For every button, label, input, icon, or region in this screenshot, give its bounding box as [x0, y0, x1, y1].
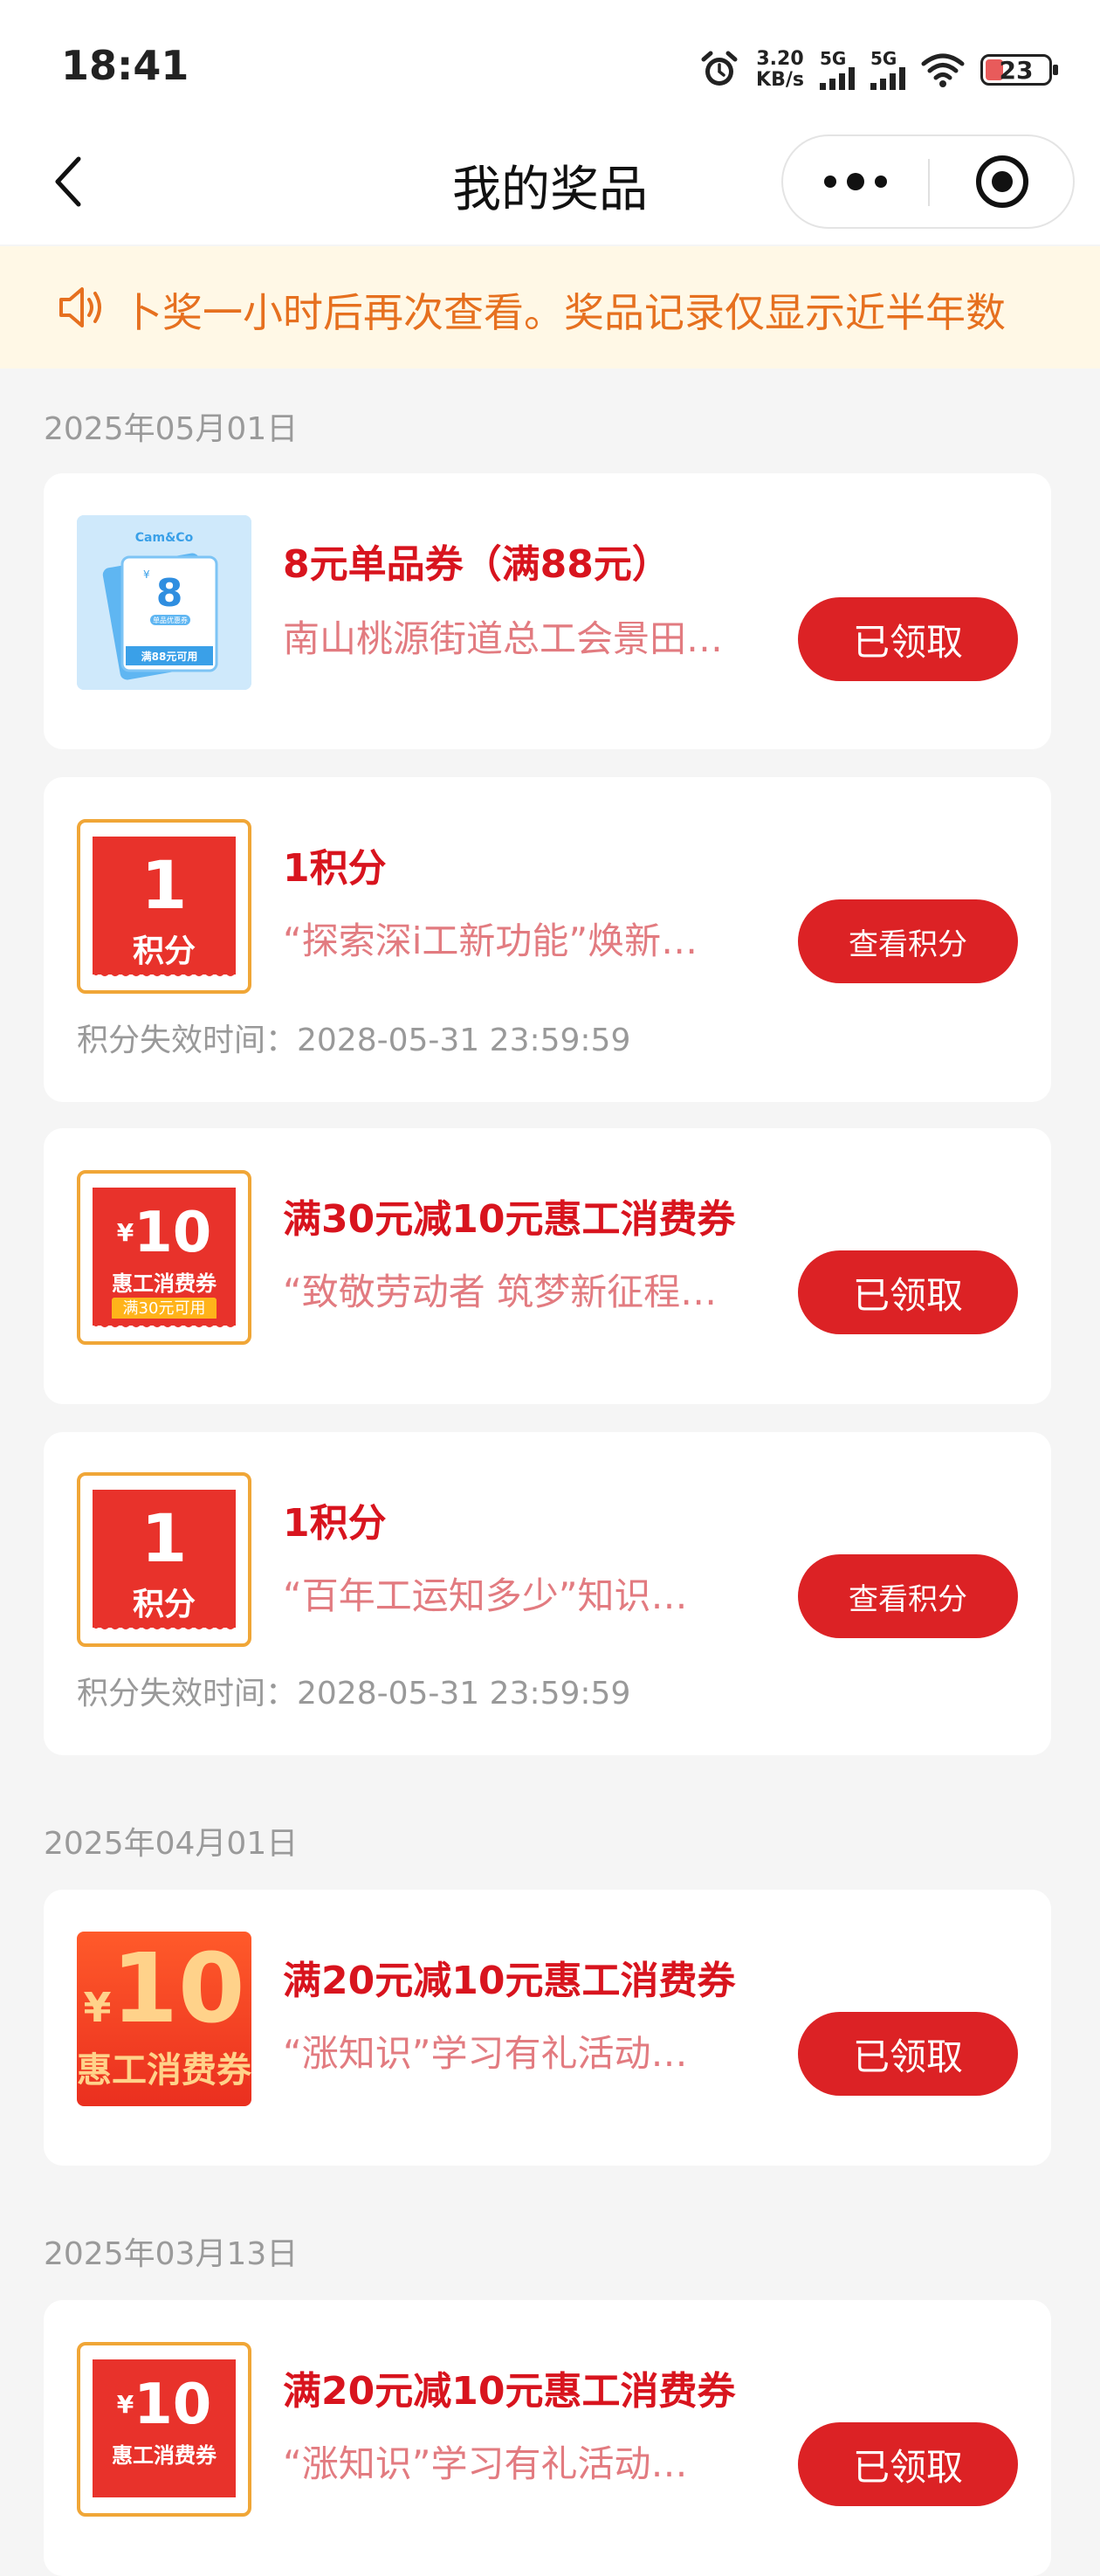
coupon-thumbnail: ¥ 8 单品优惠券 满88元可用 Cam&Co: [77, 515, 251, 690]
date-header: 2025年04月01日: [44, 1826, 299, 1862]
more-button[interactable]: [783, 136, 928, 227]
voucher-value: ¥10: [116, 2373, 212, 2437]
coupon-line1: 单品优惠券: [153, 616, 188, 624]
claimed-button[interactable]: 已领取: [798, 2422, 1018, 2506]
prize-card: ¥10 惠工消费券 满30元可用 满30元减10元惠工消费券 “致敬劳动者 筑梦…: [44, 1128, 1051, 1404]
dot: [824, 176, 836, 188]
brand-logo: Cam&Co: [135, 531, 194, 545]
wifi-icon: [921, 53, 965, 87]
signal-2-icon: 5G: [870, 50, 905, 90]
points-unit: 积分: [132, 1587, 196, 1622]
close-button[interactable]: [932, 136, 1073, 227]
prize-card: ¥10 惠工消费券 满20元减10元惠工消费券 “涨知识”学习有礼活动… 已领取: [44, 1890, 1051, 2166]
voucher-tag: 满30元可用: [112, 1298, 217, 1320]
voucher-badge: ¥10 惠工消费券 满30元可用: [93, 1188, 236, 1326]
nav-bar: 我的奖品: [0, 131, 1100, 245]
prize-description: 南山桃源街道总工会景田…: [283, 617, 724, 660]
claimed-button[interactable]: 已领取: [798, 1250, 1018, 1334]
prize-title: 满30元减10元惠工消费券: [283, 1197, 736, 1242]
voucher-name: 惠工消费券: [77, 2050, 251, 2090]
prize-card: ¥10 惠工消费券 满20元减10元惠工消费券 “涨知识”学习有礼活动… 已领取: [44, 2300, 1051, 2576]
wave-edge: [93, 968, 236, 976]
voucher-thumbnail: ¥10 惠工消费券: [77, 1932, 251, 2106]
coupon-currency: ¥: [143, 568, 150, 581]
coupon-value: 8: [156, 571, 183, 616]
points-badge: 1 积分: [93, 1490, 236, 1628]
view-points-button[interactable]: 查看积分: [798, 899, 1018, 983]
expiry-text: 积分失效时间：2028-05-31 23:59:59: [77, 1676, 631, 1712]
points-unit: 积分: [132, 933, 196, 969]
points-number: 1: [141, 1499, 188, 1577]
points-badge: 1 积分: [93, 837, 236, 975]
expiry-text: 积分失效时间：2028-05-31 23:59:59: [77, 1023, 631, 1058]
voucher-thumbnail: ¥10 惠工消费券: [77, 2342, 251, 2517]
view-points-button[interactable]: 查看积分: [798, 1554, 1018, 1638]
points-thumbnail: 1 积分: [77, 819, 251, 994]
status-bar: 18:41 3.20 KB/s 5G 5G 23: [0, 0, 1100, 131]
notice-text: 卜奖一小时后再次查看。奖品记录仅显示近半年数: [122, 289, 1006, 336]
clock: 18:41: [61, 42, 189, 89]
notice-bar: 卜奖一小时后再次查看。奖品记录仅显示近半年数: [0, 246, 1100, 368]
coupon-line2: 满88元可用: [141, 650, 198, 663]
voucher-name: 惠工消费券: [112, 2443, 217, 2468]
prize-description: “涨知识”学习有礼活动…: [283, 2032, 688, 2075]
points-number: 1: [141, 846, 188, 924]
speaker-icon: [59, 287, 101, 327]
dot: [847, 173, 864, 190]
prize-card: ¥ 8 单品优惠券 满88元可用 Cam&Co 8元单品券（满88元） 南山桃源…: [44, 473, 1051, 749]
claimed-button[interactable]: 已领取: [798, 2012, 1018, 2096]
mini-program-capsule: [781, 134, 1075, 229]
prize-title: 1积分: [283, 846, 387, 891]
voucher-thumbnail: ¥10 惠工消费券 满30元可用: [77, 1170, 251, 1345]
prize-description: “百年工运知多少”知识…: [283, 1574, 688, 1617]
voucher-value: ¥10: [116, 1201, 212, 1265]
dot: [875, 176, 887, 188]
claimed-button[interactable]: 已领取: [798, 597, 1018, 681]
target-icon: [976, 155, 1028, 208]
prize-card: 1 积分 1积分 “探索深i工新功能”焕新… 查看积分 积分失效时间：2028-…: [44, 777, 1051, 1102]
prize-title: 满20元减10元惠工消费券: [283, 1959, 736, 2003]
voucher-value: ¥10: [83, 1932, 245, 2044]
prize-title: 满20元减10元惠工消费券: [283, 2369, 736, 2414]
signal-1-icon: 5G: [820, 50, 855, 90]
prize-description: “探索深i工新功能”焕新…: [283, 920, 698, 962]
prize-title: 1积分: [283, 1501, 387, 1546]
prize-card: 1 积分 1积分 “百年工运知多少”知识… 查看积分 积分失效时间：2028-0…: [44, 1432, 1051, 1755]
prize-title: 8元单品券（满88元）: [283, 542, 670, 587]
date-header: 2025年05月01日: [44, 411, 299, 447]
battery-icon: 23: [980, 54, 1058, 86]
wave-edge: [93, 1319, 236, 1327]
net-speed: 3.20 KB/s: [756, 48, 804, 91]
prize-description: “涨知识”学习有礼活动…: [283, 2442, 688, 2485]
status-icons: 3.20 KB/s 5G 5G 23: [698, 44, 1058, 96]
divider: [928, 159, 930, 206]
alarm-icon: [701, 51, 738, 86]
voucher-name: 惠工消费券: [112, 1271, 217, 1296]
date-header: 2025年03月13日: [44, 2236, 299, 2272]
voucher-badge: ¥10 惠工消费券: [93, 2359, 236, 2497]
points-thumbnail: 1 积分: [77, 1472, 251, 1647]
prize-description: “致敬劳动者 筑梦新征程…: [283, 1271, 718, 1313]
wave-edge: [93, 1621, 236, 1629]
coupon-image: ¥ 8 单品优惠券 满88元可用 Cam&Co: [77, 515, 251, 690]
